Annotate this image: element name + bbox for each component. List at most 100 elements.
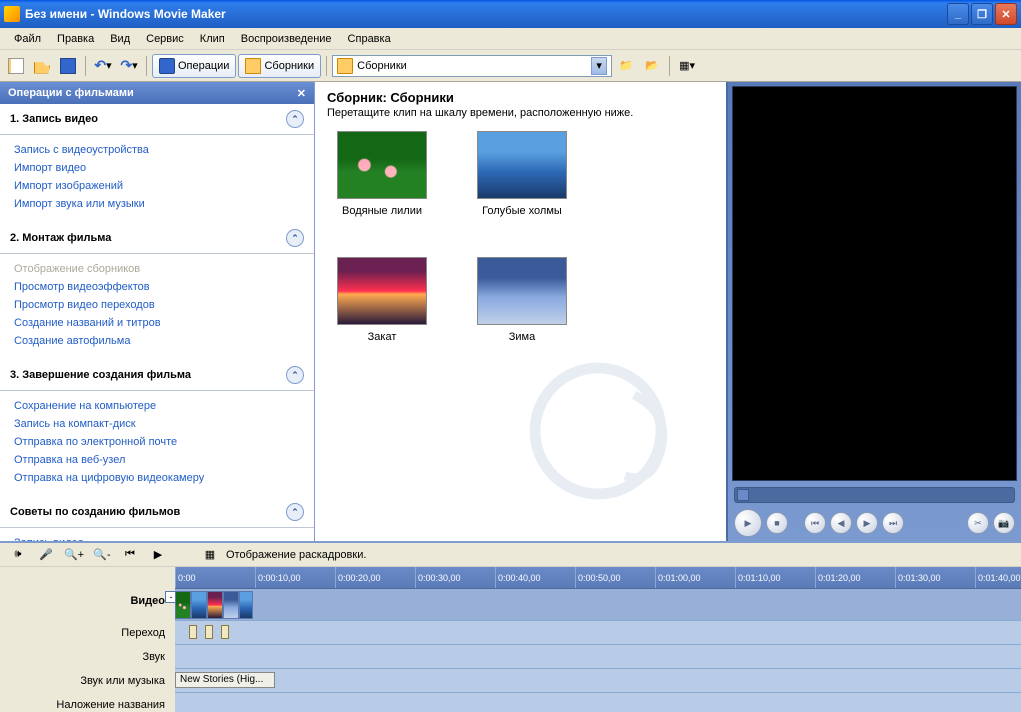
clip-item[interactable]: Голубые холмы [467, 131, 577, 217]
section-header[interactable]: 1. Запись видео⌃ [0, 104, 314, 135]
music-track[interactable]: New Stories (Hig... [175, 669, 1021, 693]
title-track[interactable] [175, 693, 1021, 712]
view-button[interactable]: ▦▾ [675, 54, 699, 78]
task-link[interactable]: Запись на компакт-диск [14, 415, 300, 433]
task-link[interactable]: Импорт изображений [14, 177, 300, 195]
task-link[interactable]: Сохранение на компьютере [14, 397, 300, 415]
audio-track[interactable] [175, 645, 1021, 669]
collection-subtitle: Перетащите клип на шкалу времени, распол… [327, 107, 714, 119]
tl-zoom-in-button[interactable]: 🔍+ [62, 543, 86, 567]
task-link[interactable]: Запись с видеоустройства [14, 141, 300, 159]
menu-файл[interactable]: Файл [6, 30, 49, 48]
clip-item[interactable]: Водяные лилии [327, 131, 437, 217]
new-button[interactable] [4, 54, 28, 78]
task-link[interactable]: Отправка на цифровую видеокамеру [14, 469, 300, 487]
clip-item[interactable]: Закат [327, 257, 437, 343]
close-button[interactable]: ✕ [995, 3, 1017, 25]
task-link[interactable]: Отправка по электронной почте [14, 433, 300, 451]
stop-button[interactable]: ■ [766, 512, 788, 534]
undo-icon: ↶ [94, 57, 106, 74]
next-button[interactable]: ⏭ [882, 512, 904, 534]
collection-combo[interactable]: Сборники ▾ [332, 55, 612, 77]
timeline-tracks[interactable]: 0:000:00:10,000:00:20,000:00:30,000:00:4… [175, 567, 1021, 712]
tl-play-button[interactable]: ▶ [146, 543, 170, 567]
section-title: 3. Завершение создания фильма [10, 369, 191, 381]
track-label: Видео [0, 591, 175, 623]
tl-zoom-out-button[interactable]: 🔍- [90, 543, 114, 567]
step-back-button[interactable]: ◀ [830, 512, 852, 534]
collections-toggle-button[interactable]: Сборники [238, 54, 321, 78]
audio-clip[interactable]: New Stories (Hig... [175, 672, 275, 688]
preview-seekbar[interactable] [734, 487, 1015, 503]
video-clip[interactable] [175, 591, 191, 619]
tl-rewind-button[interactable]: ⏮ [118, 543, 142, 567]
chevron-up-icon: ⌃ [286, 110, 304, 128]
app-icon [4, 6, 20, 22]
save-button[interactable] [56, 54, 80, 78]
task-link[interactable]: Импорт видео [14, 159, 300, 177]
tasks-toggle-button[interactable]: Операции [152, 54, 236, 78]
minimize-button[interactable]: _ [947, 3, 969, 25]
time-tick: 0:01:20,00 [815, 567, 861, 588]
snapshot-button[interactable]: 📷 [993, 512, 1015, 534]
storyboard-label: Отображение раскадровки. [226, 549, 366, 561]
transition-clip[interactable] [189, 625, 197, 639]
clip-thumbnail [477, 257, 567, 325]
seek-handle[interactable] [737, 489, 749, 501]
video-clip[interactable] [207, 591, 223, 619]
time-tick: 0:00:10,00 [255, 567, 301, 588]
menu-воспроизведение[interactable]: Воспроизведение [233, 30, 340, 48]
tasks-close-button[interactable]: ✕ [297, 87, 306, 100]
prev-button[interactable]: ⏮ [804, 512, 826, 534]
separator [146, 56, 147, 76]
collection-pane: Сборник: Сборники Перетащите клип на шка… [315, 82, 726, 541]
up-level-button[interactable]: 📁 [614, 54, 638, 78]
video-clip[interactable] [191, 591, 207, 619]
play-button[interactable]: ▶ [734, 509, 762, 537]
transition-clip[interactable] [205, 625, 213, 639]
time-ruler[interactable]: 0:000:00:10,000:00:20,000:00:30,000:00:4… [175, 567, 1021, 589]
section-header[interactable]: Советы по созданию фильмов⌃ [0, 497, 314, 528]
menu-сервис[interactable]: Сервис [138, 30, 192, 48]
task-link[interactable]: Запись видео [14, 534, 300, 541]
open-button[interactable] [30, 54, 54, 78]
storyboard-toggle-button[interactable]: ▦ [198, 543, 222, 567]
clip-label: Голубые холмы [467, 205, 577, 217]
video-clip[interactable] [223, 591, 239, 619]
task-link[interactable]: Создание автофильма [14, 332, 300, 350]
step-fwd-button[interactable]: ▶ [856, 512, 878, 534]
menu-правка[interactable]: Правка [49, 30, 102, 48]
task-link: Отображение сборников [14, 260, 300, 278]
task-link[interactable]: Создание названий и титров [14, 314, 300, 332]
video-track[interactable] [175, 589, 1021, 621]
task-link[interactable]: Импорт звука или музыки [14, 195, 300, 213]
transition-clip[interactable] [221, 625, 229, 639]
chevron-up-icon: ⌃ [286, 366, 304, 384]
transition-track[interactable] [175, 621, 1021, 645]
tasks-panel-title: Операции с фильмами [8, 87, 134, 99]
clip-thumbnail [477, 131, 567, 199]
section-header[interactable]: 2. Монтаж фильма⌃ [0, 223, 314, 254]
task-link[interactable]: Отправка на веб-узел [14, 451, 300, 469]
undo-button[interactable]: ↶▾ [91, 54, 115, 78]
task-link[interactable]: Просмотр видео переходов [14, 296, 300, 314]
window-title: Без имени - Windows Movie Maker [25, 7, 945, 21]
separator [669, 56, 670, 76]
maximize-button[interactable]: ❐ [971, 3, 993, 25]
new-folder-button[interactable]: 📂 [640, 54, 664, 78]
clip-thumbnail [337, 131, 427, 199]
toolbar: ↶▾ ↷▾ Операции Сборники Сборники ▾ 📁 📂 ▦… [0, 50, 1021, 82]
menu-справка[interactable]: Справка [340, 30, 399, 48]
separator [326, 56, 327, 76]
section-header[interactable]: 3. Завершение создания фильма ⌃ [0, 360, 314, 391]
video-clip[interactable] [239, 591, 253, 619]
clip-item[interactable]: Зима [467, 257, 577, 343]
folder-icon [245, 58, 261, 74]
tl-levels-button[interactable]: 🕪 [6, 543, 30, 567]
menu-клип[interactable]: Клип [192, 30, 233, 48]
task-link[interactable]: Просмотр видеоэффектов [14, 278, 300, 296]
tl-narrate-button[interactable]: 🎤 [34, 543, 58, 567]
menu-вид[interactable]: Вид [102, 30, 138, 48]
redo-button[interactable]: ↷▾ [117, 54, 141, 78]
split-button[interactable]: ✂ [967, 512, 989, 534]
